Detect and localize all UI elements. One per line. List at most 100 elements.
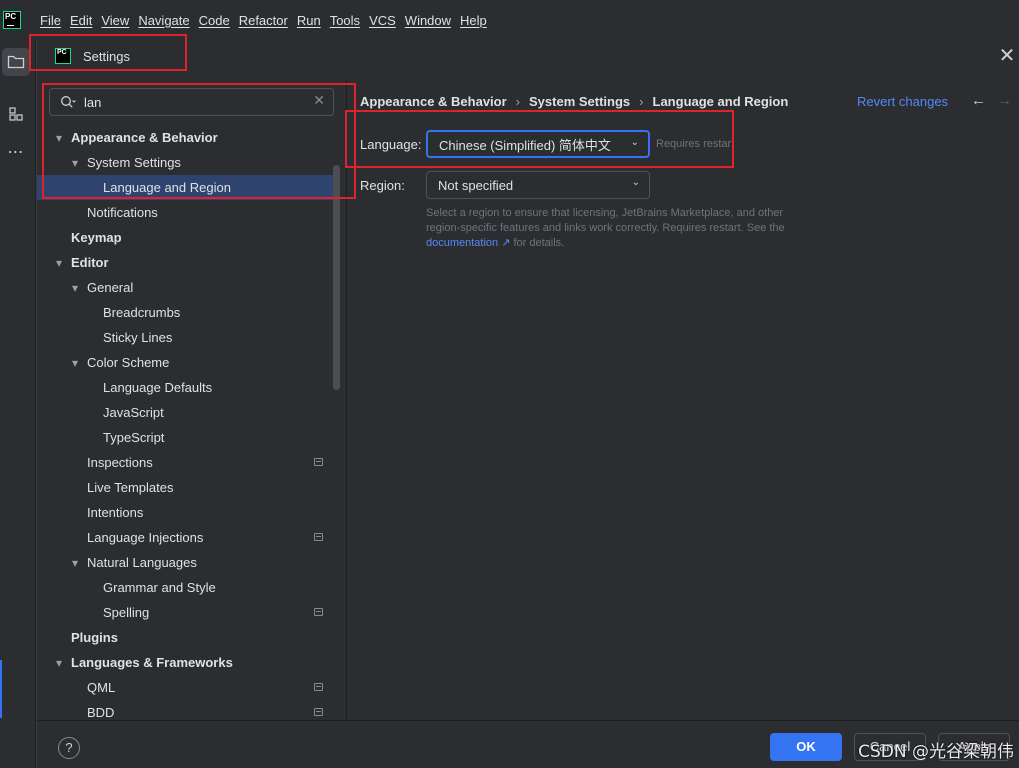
menu-item[interactable]: Navigate (138, 13, 189, 28)
tree-item-label: Languages & Frameworks (71, 655, 233, 670)
tree-item[interactable]: ▾ System Settings (37, 150, 337, 175)
tree-item[interactable]: Plugins (37, 625, 337, 650)
tree-item[interactable]: Language Injections (37, 525, 337, 550)
tree-item-label: Color Scheme (87, 355, 170, 370)
tree-item-label: System Settings (87, 155, 181, 170)
region-label: Region: (360, 178, 405, 193)
settings-search-box[interactable]: ✕ (49, 88, 334, 116)
project-folder-icon[interactable] (2, 48, 30, 76)
tree-item[interactable]: ▾ General (37, 275, 337, 300)
tree-item-label: Notifications (87, 205, 158, 220)
tree-item-label: Live Templates (87, 480, 174, 495)
settings-content: Appearance & Behavior › System Settings … (347, 80, 1019, 720)
tree-item[interactable]: Language Defaults (37, 375, 337, 400)
sidebar-scrollbar[interactable] (333, 165, 340, 390)
breadcrumb-item: Language and Region (652, 94, 789, 109)
tree-item[interactable]: ▾ Appearance & Behavior (37, 125, 337, 150)
settings-sidebar: ✕ ▾ Appearance & Behavior ▾ System Settings… (37, 80, 347, 720)
settings-tree: ▾ Appearance & Behavior ▾ System Settings La… (37, 125, 337, 720)
menu-items: File Edit View Navigate Code Refactor Run Tools… (40, 13, 496, 28)
breadcrumb: Appearance & Behavior › System Settings … (360, 94, 788, 109)
tree-item[interactable]: ▾ Natural Languages (37, 550, 337, 575)
region-help-part2: for details. (510, 237, 565, 249)
tree-item[interactable]: ▾ Color Scheme (37, 350, 337, 375)
ide-menubar: PC File Edit View Navigate Code Refactor Run To… (0, 0, 1019, 40)
tree-item[interactable]: ▾ Editor (37, 250, 337, 275)
chevron-down-icon[interactable]: ▾ (69, 281, 81, 295)
project-level-icon (314, 533, 323, 541)
dialog-titlebar: PC Settings ✕ (37, 40, 1019, 74)
tree-item-label: Plugins (71, 630, 118, 645)
tree-item[interactable]: BDD (37, 700, 337, 720)
chevron-right-icon: › (639, 94, 644, 109)
project-level-icon (314, 683, 323, 691)
tree-item-label: Intentions (87, 505, 144, 520)
chevron-down-icon: ⌄ (630, 137, 639, 148)
menu-item[interactable]: Run (297, 13, 321, 28)
tree-item[interactable]: Intentions (37, 500, 337, 525)
forward-arrow-icon[interactable]: → (997, 92, 1012, 109)
tree-item[interactable]: QML (37, 675, 337, 700)
ok-button[interactable]: OK (770, 733, 842, 761)
revert-changes-link[interactable]: Revert changes (857, 94, 948, 109)
cancel-button[interactable]: Cancel (854, 733, 926, 761)
tree-item-label: Editor (71, 255, 109, 270)
structure-icon[interactable] (2, 100, 30, 128)
region-help-text: Select a region to ensure that licensing… (426, 206, 786, 251)
chevron-down-icon[interactable]: ▾ (53, 131, 65, 145)
tree-item[interactable]: Breadcrumbs (37, 300, 337, 325)
settings-dialog: PC Settings ✕ ✕ ▾ Appearance & Behavior ▾ S… (29, 34, 1019, 768)
menu-item[interactable]: Tools (330, 13, 360, 28)
tree-item-label: Language and Region (103, 180, 231, 195)
tree-item[interactable]: Spelling (37, 600, 337, 625)
search-icon (61, 96, 76, 108)
tree-item[interactable]: Notifications (37, 200, 337, 225)
language-label: Language: (360, 137, 422, 152)
menu-item[interactable]: Refactor (239, 13, 288, 28)
tree-item-label: JavaScript (103, 405, 164, 420)
tree-item[interactable]: Grammar and Style (37, 575, 337, 600)
pycharm-logo-icon: PC (3, 11, 21, 29)
language-dropdown[interactable]: Chinese (Simplified) 简体中文 ⌄ (426, 130, 650, 158)
search-input[interactable] (84, 93, 304, 111)
tree-item[interactable]: Live Templates (37, 475, 337, 500)
menu-item[interactable]: View (101, 13, 129, 28)
tree-item-label: Sticky Lines (103, 330, 173, 345)
tree-item[interactable]: Inspections (37, 450, 337, 475)
breadcrumb-item: Appearance & Behavior (360, 94, 507, 109)
back-arrow-icon[interactable]: ← (971, 92, 986, 109)
tree-item-label: Appearance & Behavior (71, 130, 218, 145)
menu-item[interactable]: VCS (369, 13, 396, 28)
chevron-down-icon: ⌄ (631, 177, 640, 188)
tree-item-label: General (87, 280, 134, 295)
tree-item-label: TypeScript (103, 430, 165, 445)
menu-item[interactable]: Edit (70, 13, 92, 28)
menu-item[interactable]: File (40, 13, 61, 28)
tool-window-strip: ⋯ (0, 40, 36, 768)
tree-item[interactable]: TypeScript (37, 425, 337, 450)
tree-item[interactable]: Keymap (37, 225, 337, 250)
help-button[interactable]: ? (58, 737, 80, 759)
region-value: Not specified (438, 177, 514, 193)
region-help-part1: Select a region to ensure that licensing… (426, 207, 785, 234)
tree-item[interactable]: Sticky Lines (37, 325, 337, 350)
close-icon[interactable]: ✕ (996, 46, 1018, 68)
tree-item[interactable]: ▾ Languages & Frameworks (37, 650, 337, 675)
apply-button[interactable]: Apply (938, 733, 1010, 761)
more-tools-icon[interactable]: ⋯ (2, 138, 30, 166)
chevron-down-icon[interactable]: ▾ (53, 256, 65, 270)
menu-item[interactable]: Window (405, 13, 451, 28)
chevron-down-icon[interactable]: ▾ (69, 156, 81, 170)
clear-search-icon[interactable]: ✕ (313, 92, 325, 109)
tree-item-label: Keymap (71, 230, 122, 245)
menu-item[interactable]: Help (460, 13, 487, 28)
documentation-link[interactable]: documentation ↗ (426, 237, 510, 249)
tree-item[interactable]: JavaScript (37, 400, 337, 425)
chevron-down-icon[interactable]: ▾ (53, 656, 65, 670)
project-level-icon (314, 608, 323, 616)
menu-item[interactable]: Code (199, 13, 230, 28)
chevron-down-icon[interactable]: ▾ (69, 356, 81, 370)
region-dropdown[interactable]: Not specified ⌄ (426, 171, 650, 199)
tree-item[interactable]: Language and Region (37, 175, 337, 200)
chevron-down-icon[interactable]: ▾ (69, 556, 81, 570)
